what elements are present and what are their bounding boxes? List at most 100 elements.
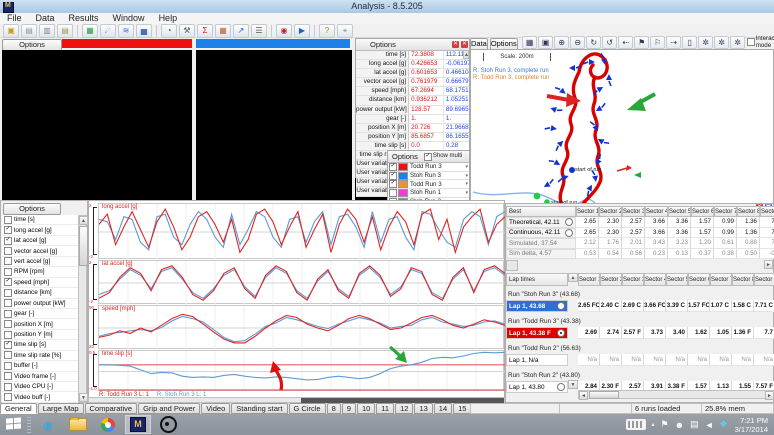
bottom-tab-comparative[interactable]: Comparative [85, 403, 138, 414]
copy-icon[interactable]: ▤ [21, 24, 37, 38]
bottom-tab-standing-start[interactable]: Standing start [231, 403, 287, 414]
video1-header-red[interactable] [62, 39, 192, 48]
channel-item[interactable]: power output [kW] [2, 299, 79, 309]
scroll-left-icon[interactable]: ◄ [579, 391, 588, 400]
channel-item[interactable]: ✓lat accel [g] [2, 236, 79, 246]
channel-checkbox[interactable] [4, 393, 12, 401]
menu-results[interactable]: Results [62, 13, 106, 24]
tray-display-icon[interactable]: ▤ [690, 419, 699, 430]
chevron-down-icon[interactable]: ▾ [465, 181, 468, 187]
lap-radio[interactable] [557, 383, 565, 391]
chart-speedmph[interactable]: speed [mph] [98, 305, 504, 349]
chevron-down-icon[interactable]: ▾ [465, 173, 468, 179]
best-row-radio[interactable] [565, 218, 573, 226]
scroll-right-icon[interactable]: ► [764, 260, 773, 269]
clipboard-icon[interactable]: ▤ [57, 24, 73, 38]
map-node1-icon[interactable]: ✲ [698, 36, 713, 49]
channel-item[interactable]: distance [km] [2, 288, 79, 298]
channel-item[interactable]: time slip rate [%] [2, 351, 79, 361]
channel-item[interactable]: vert accel [g] [2, 257, 79, 267]
film-icon[interactable]: ☰ [251, 24, 267, 38]
scroll-thumb[interactable] [589, 391, 619, 399]
map-select-icon[interactable]: ▦ [522, 36, 537, 49]
data-row[interactable]: time [s]72.3808112.119 [356, 51, 469, 60]
lap-radio[interactable] [557, 329, 565, 337]
channels-options-button[interactable]: Options [3, 203, 61, 215]
channel-item[interactable]: Video buff [-] [2, 392, 79, 402]
analysis-app-icon[interactable]: M [125, 415, 151, 434]
steering-wheel-icon[interactable] [155, 415, 181, 434]
channel-scrollbar[interactable]: ▲ ▼ [78, 215, 87, 403]
menu-data[interactable]: Data [29, 13, 62, 24]
title-bar[interactable]: Analysis - 8.5.205 [0, 0, 774, 14]
tools-icon[interactable]: ⚒ [179, 24, 195, 38]
gauge-icon[interactable]: ◉ [276, 24, 292, 38]
chevron-down-icon[interactable]: ▾ [465, 164, 468, 170]
bottom-tab-large-map[interactable]: Large Map [38, 403, 84, 414]
channel-item[interactable]: buffer [-] [2, 361, 79, 371]
channel-item[interactable]: ✓long accel [g] [2, 225, 79, 235]
tray-volume-icon[interactable]: ◄ [705, 420, 714, 430]
run-checkbox[interactable]: ✓ [389, 163, 397, 171]
tab-options[interactable]: Options [490, 38, 518, 49]
best-row[interactable]: Simulated, 37.542.121.762.013.433.231.20… [506, 238, 774, 249]
map-zoom-out-icon[interactable]: ⊖ [570, 36, 585, 49]
channel-item[interactable]: position Y [m] [2, 330, 79, 340]
data-row[interactable]: distance [km]0.9362121.05251 [356, 96, 469, 105]
lap-row[interactable]: Lap 1, N/aN/aN/aN/aN/aN/aN/aN/aN/aN/a [506, 354, 774, 366]
channel-checkbox[interactable] [4, 351, 12, 359]
scroll-right-icon[interactable]: ► [765, 391, 774, 400]
run-list-item[interactable]: Stoh Run 1▾ [388, 189, 469, 198]
map-fit-icon[interactable]: ▣ [538, 36, 553, 49]
map-flag-start-icon[interactable]: ⚑ [634, 36, 649, 49]
show-multi-checkbox[interactable]: ✓ [424, 153, 432, 161]
channel-checkbox[interactable] [4, 362, 12, 370]
report-help-icon[interactable]: ? [319, 24, 335, 38]
channel-checkbox[interactable] [4, 268, 12, 276]
map-forward-icon[interactable]: ⇢ [666, 36, 681, 49]
map-flag-split-icon[interactable]: ⚐ [650, 36, 665, 49]
bottom-tab-grip-and-power[interactable]: Grip and Power [138, 403, 200, 414]
keyboard-icon[interactable] [626, 419, 646, 430]
data-row[interactable]: position X [m]20.72621.9668 [356, 124, 469, 133]
channel-checkbox[interactable]: ✓ [4, 237, 12, 245]
bottom-tab-12[interactable]: 12 [395, 403, 413, 414]
taskbar-clock[interactable]: 7:21 PM 3/17/2014 [735, 416, 768, 434]
best-row-radio[interactable] [565, 229, 573, 237]
best-row[interactable]: Sim delta, 4.570.530.540.560.230.130.370… [506, 249, 774, 260]
tray-network-icon[interactable]: ❖ [720, 419, 728, 430]
lap-row[interactable]: Lap 1, 43.38 F2.692.742.57 F3.733.401.62… [506, 327, 774, 339]
print-icon[interactable]: ▥ [39, 24, 55, 38]
channel-item[interactable]: vector accel [g] [2, 246, 79, 256]
menu-file[interactable]: File [0, 13, 29, 24]
laps-hscrollbar[interactable]: ◄ ► [578, 390, 774, 399]
run-list-item[interactable]: ✓Stoh Run 3▾ [388, 172, 469, 181]
bottom-tab-g-circle[interactable]: G Circle [289, 403, 326, 414]
channel-checkbox[interactable] [4, 310, 12, 318]
tray-user-icon[interactable]: ☻ [675, 420, 684, 430]
tray-flag-icon[interactable]: ⚑ [661, 419, 669, 430]
bottom-tab-general[interactable]: General [0, 403, 37, 414]
best-row[interactable]: Theoretical, 42.112.652.302.573.663.361.… [506, 217, 774, 228]
sigma-icon[interactable]: Σ [197, 24, 213, 38]
scroll-up-icon[interactable]: ▲ [568, 273, 578, 282]
stopwatch-icon[interactable]: ◔ [161, 24, 177, 38]
bottom-tab-11[interactable]: 11 [376, 403, 394, 414]
menu-window[interactable]: Window [106, 13, 152, 24]
chart-bar-icon[interactable]: ▅ [136, 24, 152, 38]
track-edit-icon[interactable]: ☄ [100, 24, 116, 38]
data-row[interactable]: power output [kW]128.5789.6965 [356, 106, 469, 115]
channel-item[interactable]: position X [m] [2, 319, 79, 329]
lap-radio[interactable] [557, 302, 565, 310]
channel-checkbox[interactable] [4, 372, 12, 380]
run-checkbox[interactable]: ✓ [389, 172, 397, 180]
channel-checkbox[interactable] [4, 299, 12, 307]
data-row[interactable]: position Y [m]85.685786.1655 [356, 133, 469, 142]
chart-longaccelg[interactable]: long accel [g] [98, 203, 504, 259]
open-folder-icon[interactable]: ▣ [3, 24, 19, 38]
runs-panel-header[interactable]: Options ✓ Show multi [388, 151, 469, 163]
channel-item[interactable]: time [s] [2, 215, 79, 225]
video-panel-2[interactable] [196, 50, 352, 200]
data-row[interactable]: lat accel [g]0.6016530.466104 [356, 69, 469, 78]
channel-checkbox[interactable]: ✓ [4, 226, 12, 234]
